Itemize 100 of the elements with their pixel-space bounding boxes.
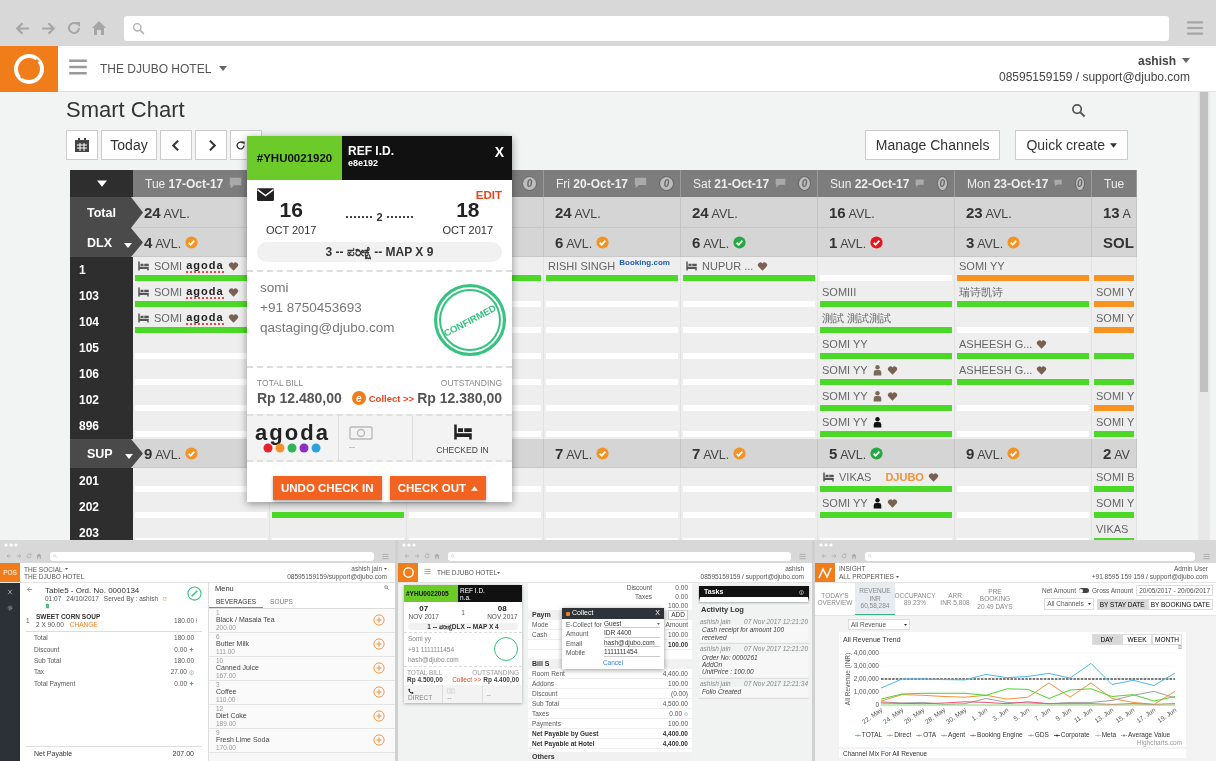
collect-link[interactable]: Collect >>: [368, 392, 415, 404]
guest-name: NUPUR ...: [702, 260, 754, 272]
booking-id: #YHU0021920: [247, 136, 342, 180]
room-number: 202: [70, 494, 133, 520]
availability-text: 5 AVL.: [829, 444, 867, 462]
check-in-day: 16: [279, 198, 303, 222]
room-number: 896: [70, 413, 133, 439]
room-number: 203: [70, 520, 133, 540]
channel-logo: agoda: [255, 423, 330, 443]
checked-in-status: CHECKED IN: [436, 444, 489, 455]
count-badge: 0: [936, 176, 948, 191]
guest-name: SOMI: [154, 260, 183, 272]
column-date: Tue 17-Oct-17: [145, 176, 224, 191]
quick-create-button[interactable]: Quick create: [1015, 130, 1128, 160]
availability-text: 16 AVL.: [829, 203, 875, 221]
availability-text: 23 AVL.: [966, 203, 1012, 221]
guest-name: SOMI YY: [822, 364, 868, 376]
guest-name: ASHEESH G...: [959, 338, 1033, 350]
guest-name: SOMI YY: [822, 390, 868, 402]
room-number: 106: [70, 361, 133, 387]
guest-name: 測試 測試測試: [822, 310, 892, 326]
room-number: 105: [70, 335, 133, 361]
manage-channels-button[interactable]: Manage Channels: [864, 130, 1001, 160]
guest-phone: +91 8750453693: [260, 300, 363, 315]
guest-name: RISHI SINGH: [548, 260, 616, 272]
guest-name: 瑞诗凯诗: [959, 284, 1003, 300]
guest-email: qastaging@djubo.com: [260, 320, 396, 335]
guest-name: SOMI: [154, 312, 183, 324]
guest-name: SOMI YY: [959, 260, 1005, 272]
availability-text: 6 AVL.: [555, 233, 593, 251]
hotel-name[interactable]: THE DJUBO HOTEL: [100, 61, 212, 76]
row-label: DLX: [87, 235, 112, 250]
availability-text: 9 AVL.: [966, 444, 1004, 462]
guest-name: VIKAS: [839, 471, 872, 483]
guest-name: SOMI YY: [822, 497, 868, 509]
guest-name: SOMI Y: [1096, 390, 1135, 402]
check-in-day: 07: [404, 604, 444, 614]
count-badge: 0: [522, 176, 537, 191]
guest-name: SOMIII: [822, 286, 857, 298]
total-bill-label: TOTAL BILL: [257, 378, 304, 388]
availability-text: 7 AVL.: [692, 444, 730, 462]
guest-name: SOMI Y: [1096, 286, 1135, 298]
room-plan: 3 -- ಪರೀಕ್ಷೆ -- MAP X 9: [257, 242, 502, 262]
availability-text: 9 AVL.: [144, 444, 182, 462]
availability-text: 7 AVL.: [555, 444, 593, 462]
outstanding-label: OUTSTANDING: [440, 378, 502, 388]
availability-text: 24 AVL.: [555, 203, 601, 221]
channel-name: agoda: [186, 285, 224, 299]
close-button[interactable]: X: [494, 136, 512, 180]
channel-name: agoda: [186, 259, 224, 273]
availability-text: 24 AVL.: [692, 203, 738, 221]
availability-text: 1 AVL.: [829, 233, 867, 251]
count-badge: 0: [1074, 176, 1085, 191]
ref-label: REF I.D.: [348, 144, 395, 158]
channel-name: DJUBO: [885, 471, 924, 483]
column-date: Fri 20-Oct-17: [556, 176, 629, 191]
availability-text: 2 AV: [1103, 444, 1130, 462]
count-badge: 0: [659, 176, 674, 191]
room-number: 201: [70, 468, 133, 494]
availability-text: 13 A: [1103, 203, 1131, 221]
column-date: Sat 21-Oct-17: [693, 176, 770, 191]
support-contact: 08595159159 / support@djubo.com: [999, 68, 1190, 85]
payment-mode: --: [349, 442, 355, 452]
guest-name: SOMI Y: [1096, 416, 1135, 428]
page-title: Smart Chart: [66, 97, 186, 123]
room-number: 102: [70, 387, 133, 413]
row-label: SUP: [87, 446, 113, 461]
guest-name: SOMI Y: [1096, 312, 1135, 324]
guest-name: SOMI YY: [822, 338, 868, 350]
availability-text: SOL: [1103, 233, 1134, 251]
check-out-day: 08: [482, 604, 522, 614]
room-number: 104: [70, 309, 133, 335]
guest-name: SOMI B: [1096, 471, 1135, 483]
count-badge: 0: [798, 176, 811, 191]
guest-name: somi: [260, 280, 290, 295]
outstanding-amount: Rp 12.380,00: [417, 390, 502, 406]
ref-value: e8e192: [348, 158, 380, 168]
guest-name: SOMI Y: [1096, 497, 1135, 509]
availability-text: 6 AVL.: [692, 233, 730, 251]
user-name[interactable]: ashish: [1138, 52, 1176, 69]
guest-name: VIKAS: [1096, 523, 1129, 535]
room-number: 1: [70, 257, 133, 283]
check-in-month: OCT 2017: [265, 224, 317, 236]
channel-name: Booking.com: [619, 258, 670, 267]
column-date: Mon 23-Oct-17: [967, 176, 1049, 191]
guest-name: ASHEESH G...: [959, 364, 1033, 376]
today-button[interactable]: Today: [101, 130, 157, 160]
order-title: Table5 - Ord. No. 0000134: [45, 586, 141, 596]
availability-text: 24 AVL.: [144, 203, 190, 221]
availability-text: 3 AVL.: [966, 233, 1004, 251]
room-number: 103: [70, 283, 133, 309]
guest-name: SOMI YY: [822, 416, 868, 428]
column-date: Tue: [1104, 176, 1125, 191]
row-label: Total: [87, 205, 116, 220]
channel-name: agoda: [186, 311, 224, 325]
check-out-month: OCT 2017: [442, 224, 494, 236]
total-bill-amount: Rp 12.480,00: [257, 390, 342, 406]
guest-name: SOMI: [154, 286, 183, 298]
column-date: Sun 22-Oct-17: [830, 176, 910, 191]
availability-text: 4 AVL.: [144, 233, 182, 251]
